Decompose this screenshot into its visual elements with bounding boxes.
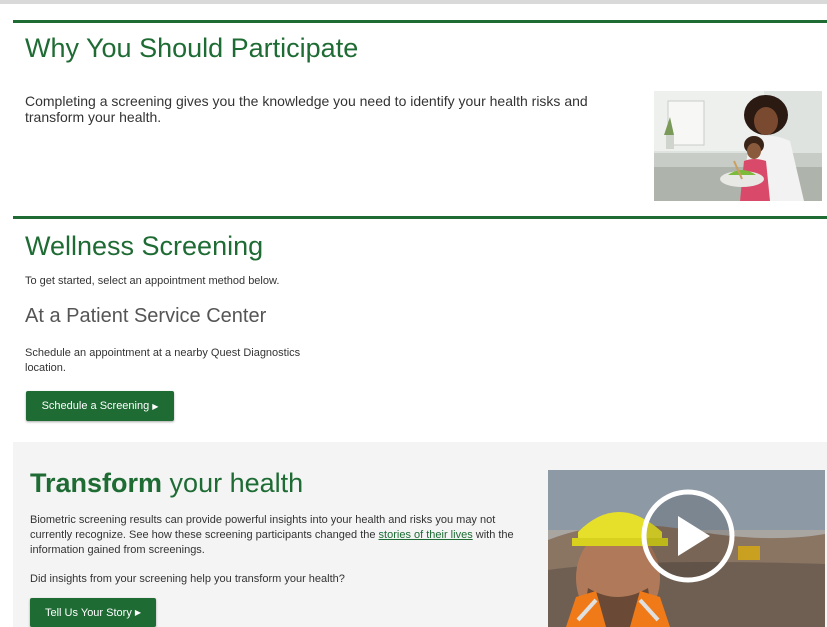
- transform-panel: Transform your health Biometric screenin…: [13, 442, 827, 627]
- participate-section: Why You Should Participate Completing a …: [13, 20, 827, 209]
- caret-right-icon: ▶: [152, 401, 159, 411]
- transform-title-rest: your health: [162, 468, 304, 498]
- transform-title: Transform your health: [30, 468, 303, 499]
- top-divider: [0, 0, 827, 4]
- story-video[interactable]: [548, 470, 825, 627]
- family-cooking-photo: [654, 91, 822, 201]
- wellness-section: Wellness Screening To get started, selec…: [13, 216, 827, 443]
- patient-service-center-description: Schedule an appointment at a nearby Ques…: [25, 347, 301, 374]
- participate-title: Why You Should Participate: [25, 33, 359, 63]
- wellness-title: Wellness Screening: [25, 231, 264, 261]
- transform-title-bold: Transform: [30, 468, 163, 498]
- transform-text: Biometric screening results can provide …: [30, 513, 520, 558]
- schedule-screening-button[interactable]: Schedule a Screening ▶: [26, 391, 174, 421]
- wellness-intro: To get started, select an appointment me…: [25, 275, 280, 287]
- tell-story-label: Tell Us Your Story: [45, 606, 132, 619]
- caret-right-icon: ▶: [134, 608, 141, 617]
- schedule-screening-label: Schedule a Screening: [41, 400, 150, 412]
- tell-us-your-story-button[interactable]: Tell Us Your Story ▶: [30, 598, 156, 627]
- stories-link[interactable]: stories of their lives: [379, 529, 473, 541]
- patient-service-center-heading: At a Patient Service Center: [25, 305, 267, 327]
- play-icon[interactable]: [640, 488, 736, 584]
- participate-text: Completing a screening gives you the kno…: [25, 93, 588, 125]
- transform-question: Did insights from your screening help yo…: [30, 573, 345, 585]
